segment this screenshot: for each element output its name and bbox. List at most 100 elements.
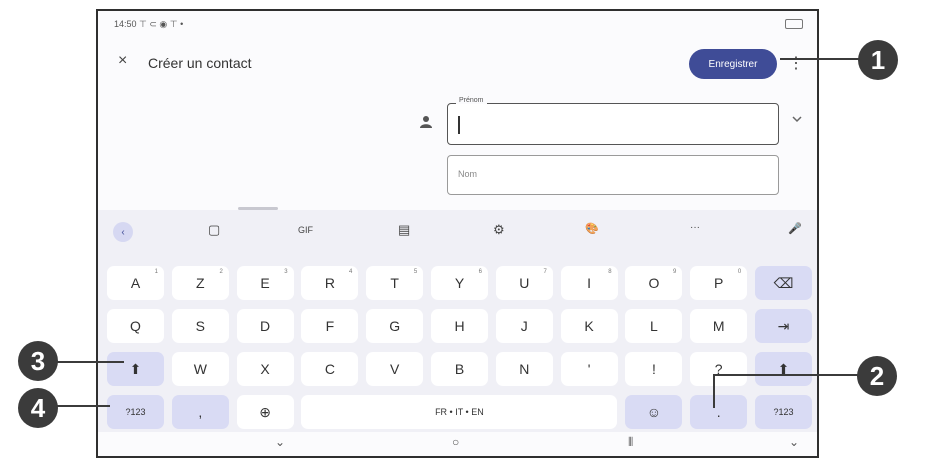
settings-icon[interactable]: ⚙: [493, 222, 505, 238]
key-row3-2[interactable]: C: [301, 352, 359, 386]
key-p-hint: 0: [737, 269, 742, 275]
enter-key[interactable]: ⇥: [755, 309, 812, 343]
shift-key-left[interactable]: ⬆: [107, 352, 164, 386]
theme-icon[interactable]: 🎨: [585, 222, 599, 235]
callout-1: 1: [858, 40, 898, 80]
key-row3-2-label: C: [324, 361, 335, 377]
key-u[interactable]: U7: [495, 266, 553, 300]
key-o-hint: 9: [673, 269, 677, 275]
symbols-key-left[interactable]: ?123: [107, 395, 164, 429]
comma-key-label: ,: [198, 404, 203, 420]
key-t[interactable]: T5: [366, 266, 424, 300]
key-row3-3[interactable]: V: [366, 352, 424, 386]
key-r[interactable]: R4: [301, 266, 359, 300]
key-m-label: M: [712, 318, 725, 334]
key-h[interactable]: H: [431, 309, 488, 343]
key-g[interactable]: G: [366, 309, 424, 343]
last-name-field[interactable]: Nom: [447, 155, 779, 195]
comma-key[interactable]: ,: [171, 395, 229, 429]
key-s[interactable]: S: [171, 309, 229, 343]
key-e-label: E: [260, 275, 270, 291]
backspace-key[interactable]: ⌫: [755, 266, 812, 300]
save-button[interactable]: Enregistrer: [689, 49, 777, 79]
key-row3-6[interactable]: ': [560, 352, 618, 386]
key-row3-4-label: B: [454, 361, 465, 377]
callout-2-leader-vertical: [713, 374, 715, 408]
key-row3-1[interactable]: X: [236, 352, 294, 386]
chevron-down-icon[interactable]: [791, 113, 803, 125]
sticker-icon[interactable]: ▢: [208, 222, 220, 238]
key-row3-0[interactable]: W: [171, 352, 229, 386]
key-r-label: R: [324, 275, 335, 291]
tablet-screen: 14:50 ⊤ ⊂ ◉ ⊤ • × Créer un contact Enreg…: [96, 9, 819, 458]
key-h-label: H: [454, 318, 465, 334]
microphone-icon[interactable]: 🎤: [788, 222, 802, 235]
status-bar: 14:50 ⊤ ⊂ ◉ ⊤ •: [114, 19, 183, 30]
key-m[interactable]: M: [690, 309, 748, 343]
key-i[interactable]: I8: [560, 266, 618, 300]
shift-key-left-label: ⬆: [129, 360, 142, 377]
key-e[interactable]: E3: [236, 266, 294, 300]
key-row3-3-label: V: [390, 361, 400, 377]
first-name-field[interactable]: Prénom: [447, 97, 779, 145]
emoji-key-label: ☺: [646, 404, 662, 420]
key-z-label: Z: [196, 275, 205, 291]
battery-icon: [785, 19, 803, 29]
nav-recents-icon[interactable]: ⦀: [628, 435, 633, 450]
key-d[interactable]: D: [236, 309, 294, 343]
clipboard-icon[interactable]: ▤: [398, 222, 410, 238]
key-l[interactable]: L: [625, 309, 683, 343]
key-row3-8[interactable]: ?: [690, 352, 748, 386]
period-key[interactable]: .: [690, 395, 748, 429]
key-row3-7[interactable]: !: [625, 352, 683, 386]
key-z[interactable]: Z2: [171, 266, 229, 300]
space-bar[interactable]: FR • IT • EN: [301, 395, 618, 429]
symbols-key-right[interactable]: ?123: [755, 395, 812, 429]
key-row3-5[interactable]: N: [495, 352, 553, 386]
shift-key-right[interactable]: ⬆: [755, 352, 812, 386]
close-icon[interactable]: ×: [118, 52, 127, 70]
key-j-label: J: [520, 318, 528, 334]
key-o-label: O: [648, 275, 660, 291]
key-a[interactable]: A1: [107, 266, 164, 300]
hide-keyboard-icon[interactable]: ⌄: [789, 435, 799, 449]
key-row3-6-label: ': [587, 361, 591, 377]
key-row3-1-label: X: [260, 361, 270, 377]
key-row3-4[interactable]: B: [431, 352, 488, 386]
key-a-hint: 1: [154, 269, 158, 275]
space-bar-label: FR • IT • EN: [435, 407, 484, 417]
key-f-label: F: [325, 318, 335, 334]
status-time: 14:50: [114, 19, 137, 29]
page-title: Créer un contact: [148, 55, 252, 71]
last-name-placeholder: Nom: [458, 169, 478, 179]
nav-home-icon[interactable]: ○: [452, 435, 459, 449]
key-j[interactable]: J: [495, 309, 553, 343]
more-options-icon[interactable]: ⋮: [788, 53, 804, 73]
period-key-label: .: [716, 404, 721, 420]
callout-3: 3: [18, 341, 58, 381]
emoji-key[interactable]: ☺: [625, 395, 683, 429]
key-t-label: T: [390, 275, 399, 291]
key-row3-7-label: !: [651, 361, 656, 377]
key-y[interactable]: Y6: [431, 266, 488, 300]
key-p-label: P: [714, 275, 724, 291]
key-f[interactable]: F: [301, 309, 359, 343]
more-tools-icon[interactable]: ···: [690, 222, 700, 233]
backspace-key-label: ⌫: [773, 274, 794, 291]
key-e-hint: 3: [284, 269, 288, 275]
key-k-label: K: [584, 318, 594, 334]
key-q[interactable]: Q: [107, 309, 164, 343]
key-p[interactable]: P0: [690, 266, 748, 300]
person-icon: [420, 116, 432, 128]
status-indicators: ⊤ ⊂ ◉ ⊤ •: [139, 19, 184, 29]
key-q-label: Q: [130, 318, 141, 334]
key-k[interactable]: K: [560, 309, 618, 343]
toolbar-back-icon[interactable]: ‹: [113, 222, 133, 242]
nav-back-icon[interactable]: ⌄: [275, 435, 285, 449]
language-key[interactable]: ⊕: [236, 395, 294, 429]
key-o[interactable]: O9: [625, 266, 683, 300]
key-d-label: D: [260, 318, 271, 334]
key-s-label: S: [195, 318, 205, 334]
gif-icon[interactable]: GIF: [298, 225, 313, 235]
key-z-hint: 2: [219, 269, 223, 275]
